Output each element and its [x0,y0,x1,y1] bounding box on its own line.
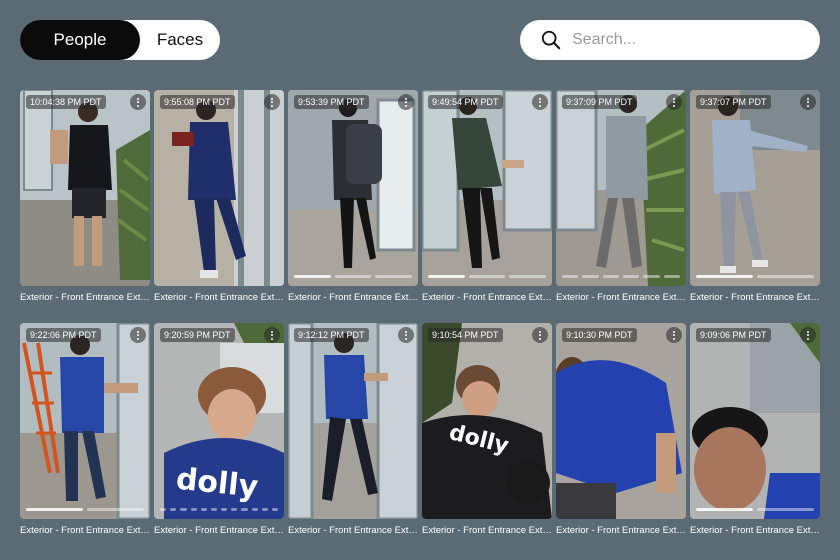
thumbnail[interactable]: 9:10:30 PM PDT [556,323,686,519]
thumbnail[interactable]: 9:49:54 PM PDT [422,90,552,286]
result-card[interactable]: 9:53:39 PM PDT Exterior - Front Entrance… [288,90,420,303]
result-card[interactable]: 9:22:06 PM PDT Exterior - Front Entrance… [20,323,152,536]
camera-label: Exterior - Front Entrance Exteri... [690,292,822,303]
timestamp: 9:12:12 PM PDT [294,328,369,342]
more-vertical-icon[interactable] [532,94,548,110]
timestamp: 9:55:08 PM PDT [160,95,235,109]
timestamp: 9:22:06 PM PDT [26,328,101,342]
thumbnail[interactable]: 9:09:06 PM PDT [690,323,820,519]
timestamp: 9:37:07 PM PDT [696,95,771,109]
camera-label: Exterior - Front Entrance Exteri... [154,525,286,536]
camera-label: Exterior - Front Entrance Exteri... [690,525,822,536]
result-card[interactable]: 9:10:30 PM PDT Exterior - Front Entrance… [556,323,688,536]
camera-label: Exterior - Front Entrance Exteri... [154,292,286,303]
result-card[interactable]: 10:04:38 PM PDT Exterior - Front Entranc… [20,90,152,303]
result-card[interactable]: 9:49:54 PM PDT Exterior - Front Entrance… [422,90,554,303]
result-card[interactable]: 9:37:09 PM PDT Exterior - Front Entrance… [556,90,688,303]
camera-label: Exterior - Front Entrance Exteri... [288,292,420,303]
result-card[interactable]: 9:20:59 PM PDT dolly Exterior - Front En… [154,323,286,536]
thumbnail[interactable]: 9:12:12 PM PDT [288,323,418,519]
view-toggle: People Faces [20,20,220,60]
more-vertical-icon[interactable] [398,94,414,110]
thumbnail[interactable]: 10:04:38 PM PDT [20,90,150,286]
camera-label: Exterior - Front Entrance Exteri... [422,292,554,303]
camera-label: Exterior - Front Entrance Exteri... [556,525,688,536]
more-vertical-icon[interactable] [264,327,280,343]
timestamp: 9:37:09 PM PDT [562,95,637,109]
results-row: 9:22:06 PM PDT Exterior - Front Entrance… [20,323,822,536]
timestamp: 9:09:06 PM PDT [696,328,771,342]
more-vertical-icon[interactable] [398,327,414,343]
more-vertical-icon[interactable] [130,327,146,343]
results-grid: 10:04:38 PM PDT Exterior - Front Entranc… [20,90,822,556]
result-card[interactable]: 9:10:54 PM PDT dolly Exterior - Front En… [422,323,554,536]
thumbnail[interactable]: 9:22:06 PM PDT [20,323,150,519]
search-input[interactable] [572,31,802,49]
faces-tab[interactable]: Faces [140,20,220,60]
more-vertical-icon[interactable] [264,94,280,110]
playback-scrubber[interactable] [696,508,814,511]
thumbnail[interactable]: 9:37:09 PM PDT [556,90,686,286]
more-vertical-icon[interactable] [532,327,548,343]
thumbnail[interactable]: 9:37:07 PM PDT [690,90,820,286]
more-vertical-icon[interactable] [800,94,816,110]
search-icon [541,30,561,50]
playback-scrubber[interactable] [26,508,144,511]
people-tab[interactable]: People [20,20,140,60]
timestamp: 9:53:39 PM PDT [294,95,369,109]
thumbnail[interactable]: 9:55:08 PM PDT [154,90,284,286]
more-vertical-icon[interactable] [800,327,816,343]
result-card[interactable]: 9:37:07 PM PDT Exterior - Front Entrance… [690,90,822,303]
camera-label: Exterior - Front Entrance Exteri... [288,525,420,536]
more-vertical-icon[interactable] [130,94,146,110]
thumbnail[interactable]: 9:53:39 PM PDT [288,90,418,286]
playback-scrubber[interactable] [294,275,413,278]
more-vertical-icon[interactable] [666,327,682,343]
playback-scrubber[interactable] [428,275,547,278]
timestamp: 9:10:30 PM PDT [562,328,637,342]
camera-label: Exterior - Front Entrance Exteri... [556,292,688,303]
thumbnail[interactable]: 9:20:59 PM PDT dolly [154,323,284,519]
result-card[interactable]: 9:55:08 PM PDT Exterior - Front Entrance… [154,90,286,303]
result-card[interactable]: 9:09:06 PM PDT Exterior - Front Entrance… [690,323,822,536]
camera-label: Exterior - Front Entrance Exteri... [20,525,152,536]
timestamp: 10:04:38 PM PDT [26,95,106,109]
timestamp: 9:49:54 PM PDT [428,95,503,109]
timestamp: 9:10:54 PM PDT [428,328,503,342]
playback-scrubber[interactable] [160,508,279,511]
results-row: 10:04:38 PM PDT Exterior - Front Entranc… [20,90,822,303]
camera-label: Exterior - Front Entrance Exteri... [20,292,152,303]
thumbnail[interactable]: 9:10:54 PM PDT dolly [422,323,552,519]
camera-label: Exterior - Front Entrance Exteri... [422,525,554,536]
search-bar[interactable] [520,20,820,60]
more-vertical-icon[interactable] [666,94,682,110]
timestamp: 9:20:59 PM PDT [160,328,235,342]
result-card[interactable]: 9:12:12 PM PDT Exterior - Front Entrance… [288,323,420,536]
playback-scrubber[interactable] [696,275,814,278]
playback-scrubber[interactable] [562,275,680,278]
